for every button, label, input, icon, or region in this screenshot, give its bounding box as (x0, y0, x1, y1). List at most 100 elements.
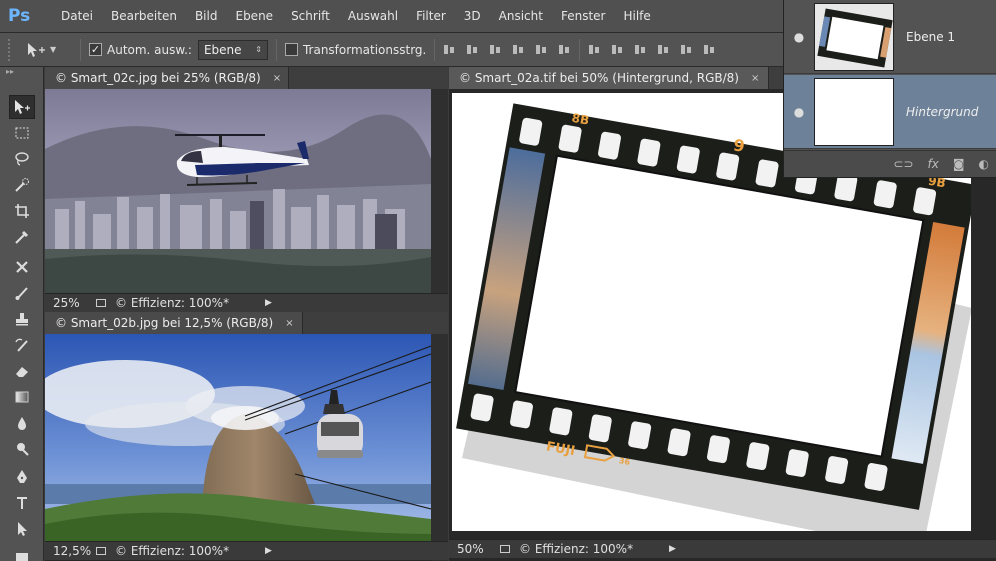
tab-smart-02b[interactable]: © Smart_02b.jpg bei 12,5% (RGB/8) × (45, 312, 303, 334)
menu-bearbeiten[interactable]: Bearbeiten (102, 9, 186, 23)
visibility-eye-icon[interactable]: ● (784, 30, 814, 44)
distribute-left-icon[interactable] (657, 43, 670, 56)
blur-tool[interactable] (9, 411, 35, 435)
eraser-tool[interactable] (9, 359, 35, 383)
status-menu-arrow-icon[interactable]: ▶ (265, 298, 272, 308)
align-left-icon[interactable] (512, 43, 525, 56)
share-icon[interactable] (87, 547, 115, 555)
menu-ebene[interactable]: Ebene (226, 9, 282, 23)
canvas-helicopter[interactable] (45, 89, 431, 293)
align-right-icon[interactable] (558, 43, 571, 56)
auto-select-label: Autom. ausw.: (107, 42, 192, 57)
align-vcenter-icon[interactable] (466, 43, 479, 56)
pen-tool[interactable] (9, 465, 35, 489)
dodge-tool[interactable] (9, 437, 35, 461)
status-bar: 12,5% © Effizienz: 100%* ▶ (45, 541, 448, 560)
move-tool[interactable] (9, 95, 35, 119)
distribute-vcenter-icon[interactable] (611, 43, 624, 56)
auto-select-dropdown[interactable]: Ebene ⇕ (197, 39, 268, 60)
canvas-sugarloaf[interactable] (45, 334, 431, 542)
zoom-level[interactable]: 25% (45, 296, 87, 310)
menu-datei[interactable]: Datei (52, 9, 102, 23)
type-tool[interactable] (9, 491, 35, 515)
status-menu-arrow-icon[interactable]: ▶ (265, 546, 272, 556)
healing-brush-tool[interactable] (9, 255, 35, 279)
efficiency-info: © Effizienz: 100%* (519, 542, 634, 556)
shape-tool[interactable] (9, 543, 35, 561)
film-label-8b: 8B (571, 111, 591, 128)
divider (579, 38, 581, 61)
menu-fenster[interactable]: Fenster (552, 9, 615, 23)
fx-icon[interactable]: fx (928, 157, 939, 171)
zoom-level[interactable]: 12,5% (45, 544, 91, 558)
tab-smart-02c[interactable]: © Smart_02c.jpg bei 25% (RGB/8) × (45, 67, 289, 89)
layer-name[interactable]: Ebene 1 (906, 30, 955, 44)
brush-icon (15, 287, 28, 300)
marquee-tool[interactable] (9, 121, 35, 145)
visibility-eye-icon[interactable]: ● (784, 105, 814, 119)
align-top-icon[interactable] (443, 43, 456, 56)
brush-tool[interactable] (9, 281, 35, 305)
close-icon[interactable]: × (285, 318, 293, 329)
status-bar: 50% © Effizienz: 100%* ▶ (449, 539, 996, 558)
auto-select-checkbox[interactable]: ✓ (89, 43, 102, 56)
align-bottom-icon[interactable] (489, 43, 502, 56)
menu-ansicht[interactable]: Ansicht (490, 9, 552, 23)
menu-schrift[interactable]: Schrift (282, 9, 339, 23)
status-menu-arrow-icon[interactable]: ▶ (669, 544, 676, 554)
layers-footer: ⊂⊃ fx ◙ ◐ (784, 150, 996, 177)
crop-tool[interactable] (9, 199, 35, 223)
drop-icon (18, 417, 26, 430)
arrow-icon (18, 522, 27, 536)
quick-selection-tool[interactable] (9, 173, 35, 197)
transform-controls-label: Transformationsstrg. (302, 42, 427, 57)
rectangle-icon (16, 553, 28, 561)
clone-stamp-tool[interactable] (9, 307, 35, 331)
auto-select-value: Ebene (203, 42, 242, 57)
menu-bild[interactable]: Bild (186, 9, 227, 23)
distribute-bottom-icon[interactable] (634, 43, 647, 56)
menu-3d[interactable]: 3D (455, 9, 490, 23)
gradient-tool[interactable] (9, 385, 35, 409)
distribute-hcenter-icon[interactable] (680, 43, 693, 56)
menu-filter[interactable]: Filter (407, 9, 455, 23)
chevron-down-icon: ▼ (50, 45, 57, 54)
distribute-top-icon[interactable] (588, 43, 601, 56)
share-icon[interactable] (87, 299, 115, 307)
link-icon[interactable]: ⊂⊃ (893, 157, 913, 171)
filmstrip-thumbnail-icon (815, 3, 893, 70)
share-icon[interactable] (491, 545, 519, 553)
align-hcenter-icon[interactable] (535, 43, 548, 56)
zoom-level[interactable]: 50% (449, 542, 491, 556)
tab-title: © Smart_02c.jpg bei 25% (RGB/8) (55, 71, 261, 85)
layer-row-ebene-1[interactable]: ● Ebene 1 (784, 0, 996, 74)
updown-icon: ⇕ (255, 45, 262, 54)
photoshop-logo: Ps (8, 6, 31, 26)
gradient-icon (15, 391, 29, 403)
close-icon[interactable]: × (273, 73, 281, 84)
mask-icon[interactable]: ◙ (953, 157, 965, 171)
stamp-icon (16, 313, 28, 326)
lasso-tool[interactable] (9, 147, 35, 171)
eyedropper-tool[interactable] (9, 225, 35, 249)
tab-smart-02a[interactable]: © Smart_02a.tif bei 50% (Hintergrund, RG… (449, 67, 769, 89)
sugarloaf-photo (45, 334, 431, 542)
menu-hilfe[interactable]: Hilfe (614, 9, 659, 23)
adjustment-icon[interactable]: ◐ (979, 157, 989, 171)
path-selection-tool[interactable] (9, 517, 35, 541)
healing-brush-icon (16, 261, 28, 273)
layer-name[interactable]: Hintergrund (906, 105, 978, 119)
tab-title: © Smart_02a.tif bei 50% (Hintergrund, RG… (459, 71, 739, 85)
distribute-right-icon[interactable] (703, 43, 716, 56)
pen-icon (17, 470, 27, 483)
layer-row-hintergrund[interactable]: ● Hintergrund (784, 75, 996, 149)
history-brush-tool[interactable] (9, 333, 35, 357)
menu-auswahl[interactable]: Auswahl (339, 9, 407, 23)
transform-controls-checkbox[interactable] (284, 43, 298, 56)
vertical-scrollbar[interactable] (431, 89, 448, 312)
close-icon[interactable]: × (751, 73, 759, 84)
tool-preset-picker[interactable]: ▼ (26, 42, 72, 58)
vertical-scrollbar[interactable] (431, 334, 448, 561)
tools-collapse-icon[interactable]: ▸▸ (0, 67, 43, 79)
options-grip[interactable] (8, 38, 14, 61)
